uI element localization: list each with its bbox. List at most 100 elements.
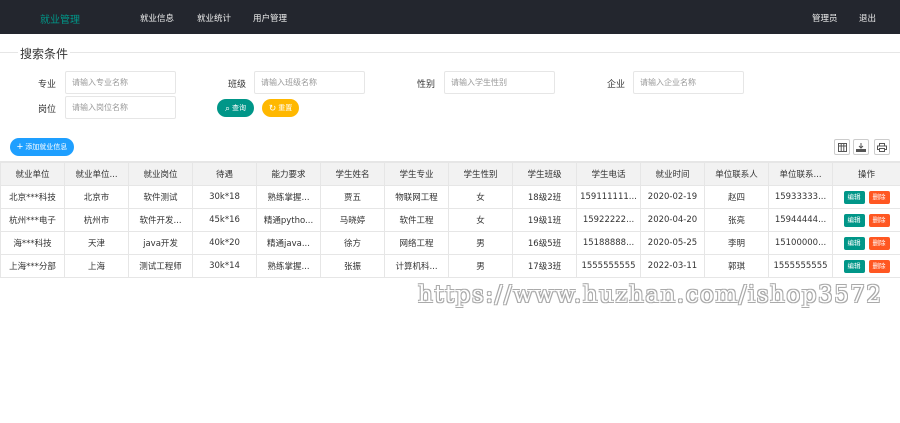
table-cell: 杭州市	[64, 208, 129, 232]
table-cell: 15944444...	[768, 208, 833, 232]
nav-user-admin[interactable]: 管理员	[812, 12, 838, 24]
export-icon[interactable]	[853, 139, 869, 155]
table-row[interactable]: 杭州***电子 杭州市 软件开发... 45k*16 精通pytho... 马晓…	[0, 208, 900, 232]
nav-item-employment-info[interactable]: 就业信息	[140, 12, 174, 24]
table-cell: 男	[448, 254, 513, 278]
nav-item-employment-stats[interactable]: 就业统计	[197, 12, 231, 24]
table-cell: 女	[448, 208, 513, 232]
table-row[interactable]: 海***科技 天津 java开发 40k*20 精通java... 徐方 网络工…	[0, 231, 900, 255]
table-cell: 30k*18	[192, 185, 257, 209]
edit-button[interactable]: 编辑	[843, 259, 865, 273]
query-button-label: 查询	[232, 105, 247, 112]
table-cell: 郭琪	[704, 254, 769, 278]
row-actions: 编辑 删除	[832, 231, 900, 255]
table-cell: 2020-02-19	[640, 185, 705, 209]
major-input[interactable]	[65, 71, 176, 94]
table-cell: 物联网工程	[384, 185, 449, 209]
table-cell: 软件测试	[128, 185, 193, 209]
column-header[interactable]: 学生专业	[384, 162, 449, 186]
table-cell: 2020-05-25	[640, 231, 705, 255]
nav-logout[interactable]: 退出	[859, 12, 876, 24]
gender-input[interactable]	[444, 71, 555, 94]
reset-button[interactable]: ↻ 重置	[262, 99, 299, 117]
column-header[interactable]: 学生电话	[576, 162, 641, 186]
watermark: https://www.huzhan.com/ishop3572	[418, 282, 883, 308]
table-cell: 18级2班	[512, 185, 577, 209]
print-icon[interactable]	[874, 139, 890, 155]
table-cell: 2022-03-11	[640, 254, 705, 278]
field-label-position: 岗位	[37, 105, 56, 115]
column-header[interactable]: 能力要求	[256, 162, 321, 186]
column-header[interactable]: 学生性别	[448, 162, 513, 186]
reset-button-label: 重置	[278, 105, 293, 112]
top-nav: 就业管理 就业信息 就业统计 用户管理 管理员 退出	[0, 0, 900, 34]
table-cell: 软件开发...	[128, 208, 193, 232]
table-cell: 159111111...	[576, 185, 641, 209]
plus-icon: +	[16, 140, 24, 153]
column-header[interactable]: 就业岗位	[128, 162, 193, 186]
row-actions: 编辑 删除	[832, 254, 900, 278]
table-header-row: 就业单位 就业单位... 就业岗位 待遇 能力要求 学生姓名 学生专业 学生性别…	[0, 162, 900, 186]
table-cell: 上海***分部	[0, 254, 65, 278]
table-cell: 杭州***电子	[0, 208, 65, 232]
table-cell: 计算机科...	[384, 254, 449, 278]
query-button[interactable]: ⌕ 查询	[217, 99, 254, 117]
column-header[interactable]: 就业单位	[0, 162, 65, 186]
table-cell: 1555555555	[576, 254, 641, 278]
table-cell: 北京***科技	[0, 185, 65, 209]
table-cell: 15100000...	[768, 231, 833, 255]
table-cell: java开发	[128, 231, 193, 255]
column-header[interactable]: 就业时间	[640, 162, 705, 186]
table-cell: 精通pytho...	[256, 208, 321, 232]
table-cell: 海***科技	[0, 231, 65, 255]
table-cell: 马晓婷	[320, 208, 385, 232]
edit-button[interactable]: 编辑	[843, 213, 865, 227]
table-cell: 15933333...	[768, 185, 833, 209]
table-cell: 徐方	[320, 231, 385, 255]
edit-button[interactable]: 编辑	[843, 190, 865, 204]
edit-button[interactable]: 编辑	[843, 236, 865, 250]
column-header[interactable]: 就业单位...	[64, 162, 129, 186]
table-cell: 北京市	[64, 185, 129, 209]
column-header[interactable]: 待遇	[192, 162, 257, 186]
column-header[interactable]: 学生姓名	[320, 162, 385, 186]
column-header: 操作	[832, 162, 900, 186]
column-header[interactable]: 单位联系...	[768, 162, 833, 186]
delete-button[interactable]: 删除	[868, 190, 890, 204]
columns-icon[interactable]	[834, 139, 850, 155]
add-employment-button[interactable]: + 添加就业信息	[10, 138, 74, 156]
field-label-company: 企业	[606, 80, 625, 90]
brand-logo[interactable]: 就业管理	[40, 11, 80, 26]
table-cell: 30k*14	[192, 254, 257, 278]
table-cell: 2020-04-20	[640, 208, 705, 232]
table-cell: 熟练掌握...	[256, 254, 321, 278]
position-input[interactable]	[65, 96, 176, 119]
table-cell: 精通java...	[256, 231, 321, 255]
table-cell: 网络工程	[384, 231, 449, 255]
row-actions: 编辑 删除	[832, 208, 900, 232]
table-cell: 15922222...	[576, 208, 641, 232]
table-cell: 1555555555	[768, 254, 833, 278]
table-cell: 15188888...	[576, 231, 641, 255]
delete-button[interactable]: 删除	[868, 259, 890, 273]
search-fieldset-border	[0, 52, 900, 53]
add-employment-label: 添加就业信息	[25, 144, 68, 151]
class-input[interactable]	[254, 71, 365, 94]
table-cell: 赵四	[704, 185, 769, 209]
table-row[interactable]: 北京***科技 北京市 软件测试 30k*18 熟练掌握... 贾五 物联网工程…	[0, 185, 900, 209]
table-row[interactable]: 上海***分部 上海 测试工程师 30k*14 熟练掌握... 张振 计算机科.…	[0, 254, 900, 278]
table-cell: 女	[448, 185, 513, 209]
table-cell: 男	[448, 231, 513, 255]
table-cell: 李明	[704, 231, 769, 255]
nav-item-user-management[interactable]: 用户管理	[253, 12, 287, 24]
delete-button[interactable]: 删除	[868, 213, 890, 227]
table-cell: 天津	[64, 231, 129, 255]
delete-button[interactable]: 删除	[868, 236, 890, 250]
refresh-icon: ↻	[268, 102, 277, 113]
column-header[interactable]: 学生班级	[512, 162, 577, 186]
table-cell: 16级5班	[512, 231, 577, 255]
company-input[interactable]	[633, 71, 744, 94]
table-cell: 40k*20	[192, 231, 257, 255]
table-cell: 19级1班	[512, 208, 577, 232]
column-header[interactable]: 单位联系人	[704, 162, 769, 186]
